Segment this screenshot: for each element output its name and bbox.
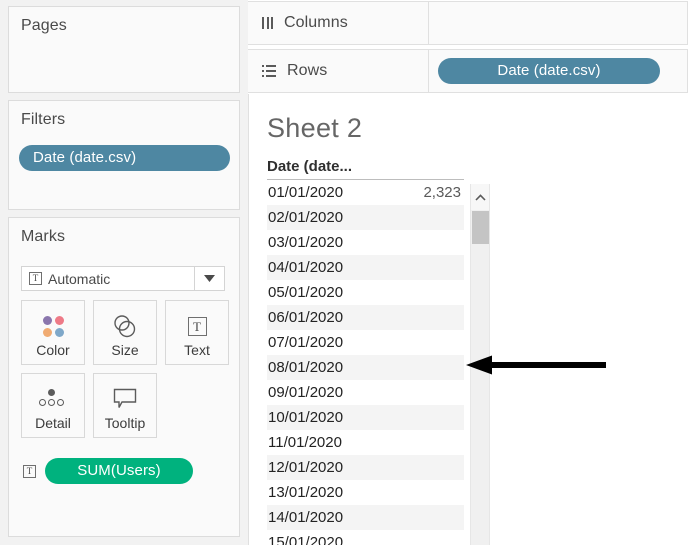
- mark-type-value: Automatic: [48, 270, 111, 287]
- marks-button-row-1: Color Size T Text: [21, 300, 233, 365]
- table-row[interactable]: 13/01/2020: [267, 480, 464, 505]
- color-button-label: Color: [36, 342, 70, 358]
- marks-encoding-row: T SUM(Users): [23, 458, 193, 484]
- tableau-worksheet: Pages Filters Date (date.csv) Marks T Au…: [0, 0, 688, 545]
- color-dots-icon: [42, 312, 64, 340]
- table-row[interactable]: 07/01/2020: [267, 330, 464, 355]
- rows-shelf-label: Rows: [287, 62, 328, 79]
- columns-shelf[interactable]: Columns: [248, 1, 688, 45]
- size-circles-icon: [112, 312, 138, 340]
- table-row[interactable]: 05/01/2020: [267, 280, 464, 305]
- sheet-canvas: Sheet 2 Date (date... 01/01/2020 2,323 02/…: [248, 94, 688, 545]
- chevron-up-icon: [474, 193, 486, 201]
- filter-pill-date[interactable]: Date (date.csv): [19, 145, 230, 171]
- table-row[interactable]: 12/01/2020: [267, 455, 464, 480]
- table-cell-date: 05/01/2020: [268, 284, 344, 301]
- worksheet-panel: Columns Rows Date (date.csv) Sheet 2 Dat…: [248, 0, 688, 545]
- mark-type-dropdown[interactable]: T Automatic: [21, 266, 225, 291]
- table-column-header[interactable]: Date (date...: [267, 158, 464, 180]
- table-cell-date: 12/01/2020: [268, 459, 344, 476]
- table-cell-date: 11/01/2020: [268, 434, 342, 451]
- table-cell-date: 01/01/2020: [268, 184, 344, 201]
- table-row[interactable]: 01/01/2020 2,323: [267, 180, 464, 205]
- text-t-icon: T: [29, 272, 42, 285]
- pages-shelf-title: Pages: [21, 17, 67, 34]
- table-row[interactable]: 14/01/2020: [267, 505, 464, 530]
- table-row[interactable]: 04/01/2020: [267, 255, 464, 280]
- table-cell-date: 08/01/2020: [268, 359, 344, 376]
- table-row[interactable]: 08/01/2020: [267, 355, 464, 380]
- columns-shelf-dropzone[interactable]: [429, 2, 687, 44]
- marks-encoding-buttons: Color Size T Text Detail Tooltip: [21, 300, 233, 446]
- rows-shelf[interactable]: Rows Date (date.csv): [248, 49, 688, 93]
- filters-shelf[interactable]: Filters Date (date.csv): [8, 100, 240, 210]
- table-cell-date: 03/01/2020: [268, 234, 344, 251]
- table-cell-date: 02/01/2020: [268, 209, 344, 226]
- table-row[interactable]: 09/01/2020: [267, 380, 464, 405]
- columns-shelf-label-box: Columns: [248, 2, 429, 44]
- table-row[interactable]: 06/01/2020: [267, 305, 464, 330]
- shelves-panel: Pages Filters Date (date.csv) Marks T Au…: [0, 0, 248, 545]
- scrollbar-thumb[interactable]: [472, 211, 489, 244]
- size-button-label: Size: [111, 342, 139, 358]
- size-button[interactable]: Size: [93, 300, 157, 365]
- text-t-icon: T: [187, 312, 207, 340]
- text-button-label: Text: [184, 342, 210, 358]
- table-row[interactable]: 11/01/2020: [267, 430, 464, 455]
- tooltip-button-label: Tooltip: [104, 415, 146, 431]
- chevron-down-icon[interactable]: [194, 267, 224, 290]
- table-cell-date: 10/01/2020: [268, 409, 344, 426]
- detail-button[interactable]: Detail: [21, 373, 85, 438]
- columns-shelf-label: Columns: [284, 14, 348, 31]
- text-button[interactable]: T Text: [165, 300, 229, 365]
- tooltip-bubble-icon: [113, 385, 137, 413]
- columns-icon: [262, 17, 273, 29]
- marks-pill-sum-users[interactable]: SUM(Users): [45, 458, 193, 484]
- filters-shelf-title: Filters: [21, 111, 66, 128]
- table-cell-date: 13/01/2020: [268, 484, 344, 501]
- crosstab-table: Date (date... 01/01/2020 2,323 02/01/2020 0…: [267, 158, 464, 545]
- text-t-icon: T: [23, 464, 36, 478]
- table-cell-date: 04/01/2020: [268, 259, 344, 276]
- marks-card-title: Marks: [21, 228, 66, 245]
- table-cell-date: 14/01/2020: [268, 509, 344, 526]
- table-cell-date: 07/01/2020: [268, 334, 344, 351]
- table-cell-date: 09/01/2020: [268, 384, 344, 401]
- table-row[interactable]: 15/01/2020: [267, 530, 464, 545]
- rows-pill-date[interactable]: Date (date.csv): [438, 58, 660, 84]
- table-cell-value: 2,323: [423, 184, 461, 201]
- marks-button-row-2: Detail Tooltip: [21, 373, 233, 438]
- table-row[interactable]: 02/01/2020: [267, 205, 464, 230]
- scroll-up-button[interactable]: [471, 184, 489, 210]
- detail-button-label: Detail: [35, 415, 71, 431]
- pages-shelf[interactable]: Pages: [8, 6, 240, 93]
- table-body: 01/01/2020 2,323 02/01/2020 03/01/2020 04/01…: [267, 180, 464, 545]
- sheet-title: Sheet 2: [267, 113, 363, 143]
- rows-shelf-label-box: Rows: [248, 50, 429, 92]
- tooltip-button[interactable]: Tooltip: [93, 373, 157, 438]
- rows-icon: [262, 65, 276, 77]
- rows-shelf-dropzone[interactable]: Date (date.csv): [429, 50, 687, 92]
- table-row[interactable]: 03/01/2020: [267, 230, 464, 255]
- color-button[interactable]: Color: [21, 300, 85, 365]
- table-cell-date: 06/01/2020: [268, 309, 344, 326]
- table-cell-date: 15/01/2020: [268, 534, 344, 545]
- marks-card: Marks T Automatic Color Size T Text Deta…: [8, 217, 240, 537]
- table-row[interactable]: 10/01/2020: [267, 405, 464, 430]
- table-vertical-scrollbar[interactable]: [470, 184, 490, 545]
- detail-dots-icon: [38, 385, 68, 413]
